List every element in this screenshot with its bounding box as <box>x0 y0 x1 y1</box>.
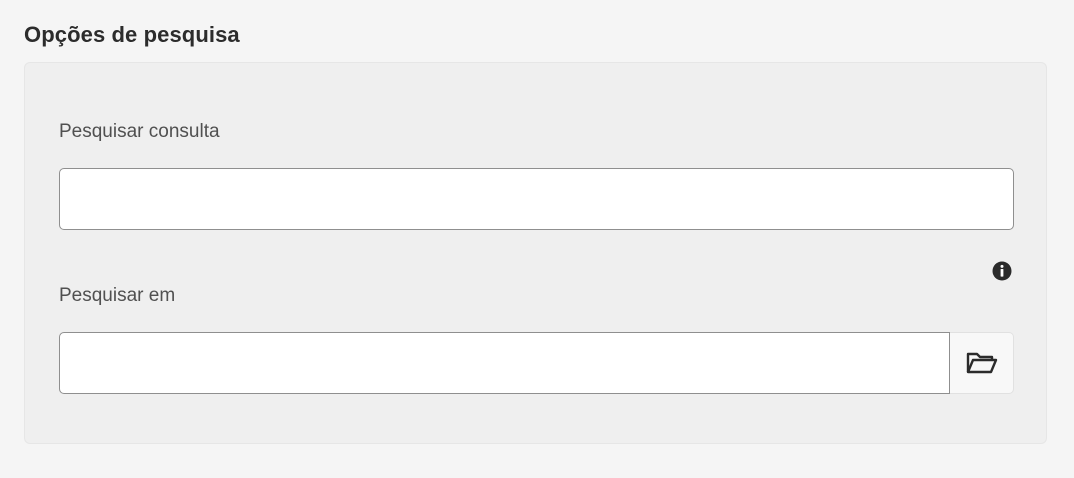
search-options-panel: Pesquisar consulta Pesquisar em <box>24 62 1047 444</box>
search-in-label: Pesquisar em <box>59 285 176 306</box>
section-title: Opções de pesquisa <box>24 22 240 47</box>
browse-folder-button[interactable] <box>950 332 1014 394</box>
search-in-input[interactable] <box>59 332 950 394</box>
folder-icon <box>966 352 997 374</box>
search-query-input[interactable] <box>59 168 1014 230</box>
search-query-label: Pesquisar consulta <box>59 121 220 142</box>
info-icon[interactable] <box>992 261 1012 281</box>
